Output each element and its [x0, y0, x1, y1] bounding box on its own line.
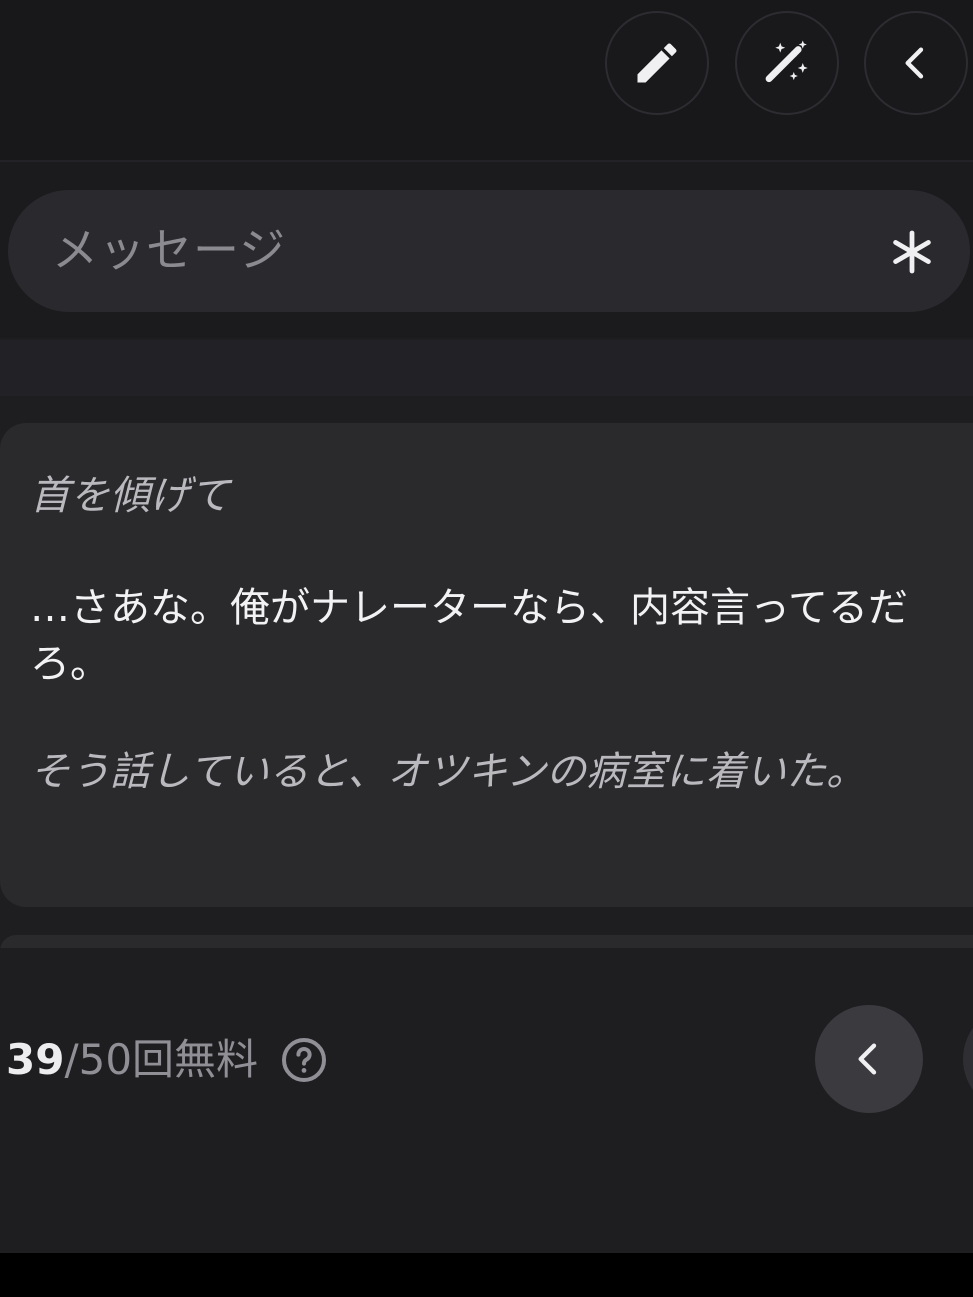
divider: [0, 340, 973, 396]
message-input[interactable]: メッセージ: [8, 190, 970, 312]
chat-screen: メッセージ 首を傾げて …さあな。俺がナレーターなら、内容言ってるだろ。 そう話…: [0, 0, 973, 1297]
top-toolbar: [0, 0, 973, 162]
chevron-left-icon: [905, 47, 924, 79]
message-narration-text: そう話していると、オツキンの病室に着いた。: [30, 749, 866, 795]
message-speech-text: …さあな。俺がナレーターなら、内容言ってるだろ。: [30, 585, 908, 687]
message-action-text: 首を傾げて: [30, 473, 230, 519]
edit-button[interactable]: [605, 11, 709, 115]
question-circle-icon[interactable]: [280, 1036, 328, 1084]
usage-current: 39: [6, 1035, 65, 1084]
bottom-edge: [0, 1253, 973, 1297]
magic-wand-icon: [765, 40, 808, 83]
magic-wand-button[interactable]: [735, 11, 839, 115]
usage-limit: /50回無料: [64, 1035, 259, 1084]
asterisk-icon[interactable]: [888, 228, 936, 276]
usage-counter: 39 /50回無料: [6, 1034, 328, 1086]
pencil-icon: [637, 43, 677, 83]
chevron-left-icon: [858, 1043, 877, 1075]
message-placeholder: メッセージ: [52, 223, 287, 277]
bottom-panel: 39 /50回無料: [0, 948, 973, 1253]
composer-area: メッセージ: [0, 162, 973, 338]
previous-button[interactable]: [815, 1005, 923, 1113]
back-button[interactable]: [864, 11, 968, 115]
next-button[interactable]: [963, 1005, 973, 1113]
